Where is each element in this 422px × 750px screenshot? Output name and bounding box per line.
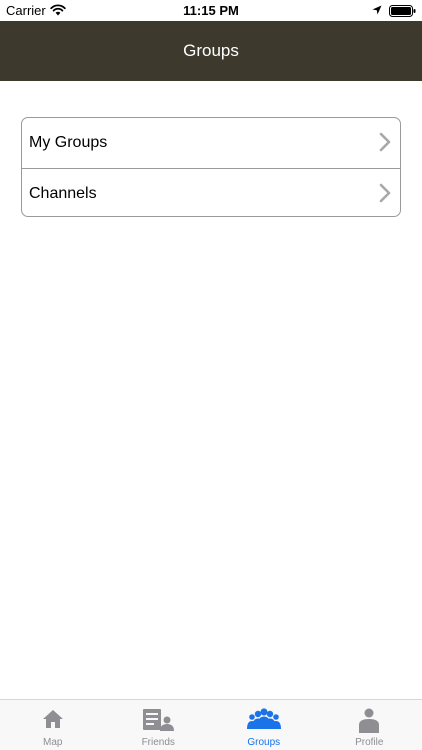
tab-map[interactable]: Map [0,700,106,750]
chevron-right-icon [379,132,391,152]
page-title: Groups [183,41,239,60]
tab-label: Map [43,737,63,748]
chevron-right-icon [379,183,391,203]
house-icon [42,710,63,728]
friends-list-icon [143,709,175,731]
tab-groups[interactable]: Groups [211,700,317,750]
menu-item-my-groups[interactable]: My Groups [22,118,400,168]
tab-label: Profile [355,737,384,748]
menu-item-label: Channels [29,184,97,202]
status-bar: Carrier 11:15 PM [0,0,422,21]
status-time: 11:15 PM [183,3,239,18]
menu-item-label: My Groups [29,134,108,151]
tab-label: Groups [247,737,281,748]
location-arrow-icon [372,5,382,15]
person-icon [359,708,380,733]
group-people-icon [246,708,281,729]
menu-item-channels[interactable]: Channels [22,168,400,216]
tab-friends[interactable]: Friends [106,700,212,750]
tab-label: Friends [141,737,175,748]
battery-icon [389,5,416,17]
groups-menu-list: My Groups Channels [21,117,401,217]
navigation-bar: Groups [0,21,422,81]
tab-profile[interactable]: Profile [317,700,422,750]
tab-bar: Map Friends Groups Profile [0,699,422,750]
